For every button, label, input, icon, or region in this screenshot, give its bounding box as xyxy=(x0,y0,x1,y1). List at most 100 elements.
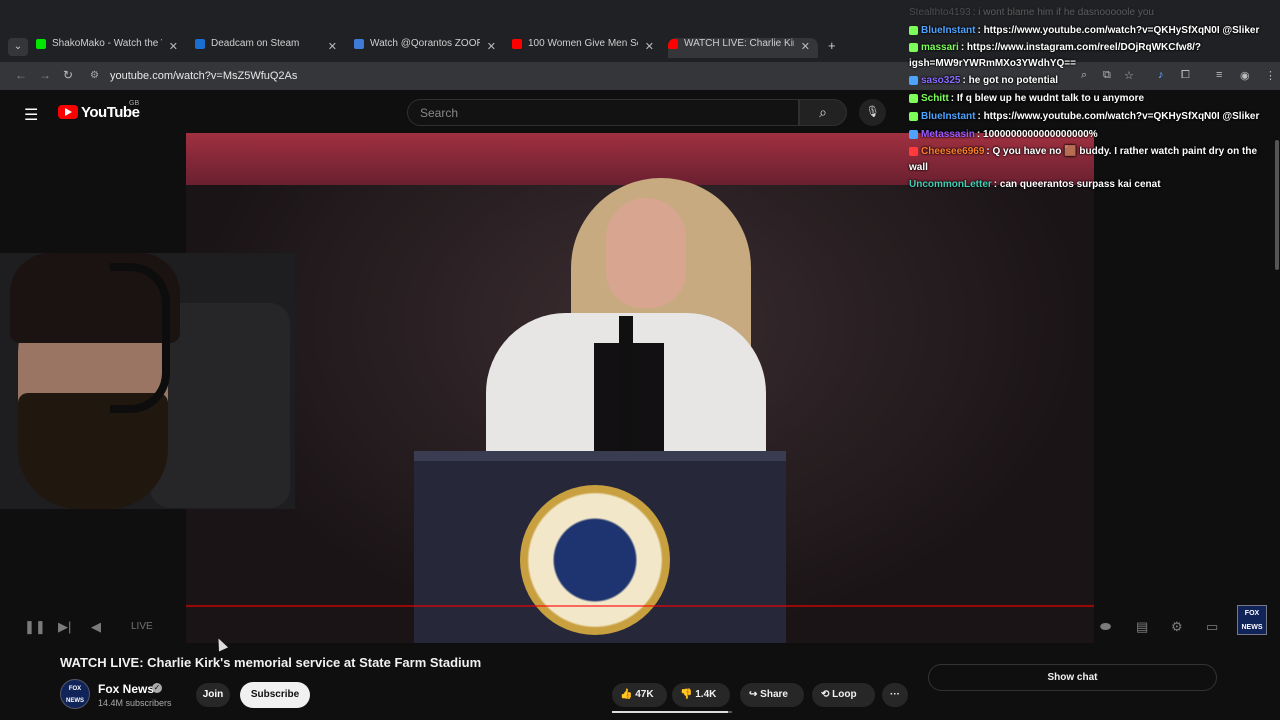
chat-message: UncommonLetter: can queerantos surpass k… xyxy=(909,179,1161,190)
fox-news-watermark: FOX NEWS xyxy=(1237,605,1267,635)
new-tab-button[interactable]: + xyxy=(828,38,836,53)
screen: ⌄ ShakoMako - Watch the VOD o✕ Deadcam o… xyxy=(0,0,1280,720)
tab-deadcam[interactable]: Deadcam on Steam ✕ xyxy=(195,38,345,58)
back-icon[interactable]: ← xyxy=(15,68,27,82)
search-icon: ⌕ xyxy=(819,104,827,120)
site-info-icon[interactable]: ⚙ xyxy=(90,70,99,81)
video-player[interactable] xyxy=(186,133,1094,643)
chat-username: Stealthto4193 xyxy=(909,7,971,18)
chat-text: https://www.youtube.com/watch?v=QKHySfXq… xyxy=(983,25,1260,36)
subscribe-button[interactable]: Subscribe xyxy=(240,682,310,708)
chat-message: Stealthto4193: i wont blame him if he da… xyxy=(909,7,1154,18)
thumbs-up-icon: 👍 xyxy=(620,689,633,700)
loop-icon: ⟲ xyxy=(821,689,830,700)
like-button[interactable]: 👍 47K xyxy=(612,683,667,707)
live-indicator[interactable]: LIVE xyxy=(131,621,153,632)
close-icon[interactable]: ✕ xyxy=(487,40,496,53)
chat-username: UncommonLetter xyxy=(909,179,992,190)
chat-username: Metassasin xyxy=(921,129,975,140)
dislike-button[interactable]: 👎 1.4K xyxy=(672,683,730,707)
like-ratio-fill xyxy=(612,711,729,713)
video-title: WATCH LIVE: Charlie Kirk's memorial serv… xyxy=(60,655,482,670)
speaker-face xyxy=(606,198,686,308)
volume-icon[interactable]: ◀ xyxy=(91,619,101,635)
pause-icon[interactable]: ❚❚ xyxy=(24,619,46,635)
chat-badge-icon xyxy=(909,42,918,52)
share-label: Share xyxy=(760,689,788,700)
close-icon[interactable]: ✕ xyxy=(801,40,810,53)
voice-search-button[interactable]: 🎙 xyxy=(859,99,886,126)
tab-100-women[interactable]: 100 Women Give Men Sex Adv✕ xyxy=(512,38,662,58)
chat-message: BlueInstant: https://www.youtube.com/wat… xyxy=(909,22,1277,40)
chat-badge-icon xyxy=(909,146,918,156)
dislike-count: 1.4K xyxy=(695,689,717,700)
theater-mode-icon[interactable]: ▭ xyxy=(1206,619,1218,635)
chat-badge-icon xyxy=(909,25,918,35)
subscriber-count: 14.4M subscribers xyxy=(98,698,172,708)
chat-text: i wont blame him if he dasnooooole you xyxy=(978,7,1154,18)
kick-icon xyxy=(36,38,46,49)
join-button[interactable]: Join xyxy=(196,683,230,707)
page-scrollbar[interactable] xyxy=(1275,140,1279,270)
chat-text: he got no potential xyxy=(968,75,1059,86)
chat-username: Schitt xyxy=(921,93,949,104)
youtube-icon xyxy=(512,38,522,49)
chat-username: Cheesee6969 xyxy=(921,146,985,157)
share-button[interactable]: ↪ Share xyxy=(740,683,804,707)
loop-label: Loop xyxy=(832,689,857,700)
chat-username: massari xyxy=(921,42,959,53)
chat-message: Metassasin: 1000000000000000000% xyxy=(909,126,1277,144)
chat-message: BlueInstant: https://www.youtube.com/wat… xyxy=(909,108,1277,126)
forward-icon[interactable]: → xyxy=(39,68,51,82)
settings-gear-icon[interactable]: ⚙ xyxy=(1171,619,1183,635)
chat-text: 1000000000000000000% xyxy=(983,129,1098,140)
chat-text: https://www.youtube.com/watch?v=QKHySfXq… xyxy=(983,111,1260,122)
chat-badge-icon xyxy=(909,75,918,85)
show-chat-button[interactable]: Show chat xyxy=(928,664,1217,691)
loop-button[interactable]: ⟲ Loop xyxy=(812,683,875,707)
region-code: GB xyxy=(129,100,140,107)
stream-chat-overlay: Stealthto4193: i wont blame him if he da… xyxy=(909,4,1277,194)
chat-message: Schitt: If q blew up he wudnt talk to u … xyxy=(909,90,1277,108)
site-icon xyxy=(354,38,364,49)
chat-username: BlueInstant xyxy=(921,111,976,122)
like-ratio-bar xyxy=(612,711,732,713)
verified-check-icon: ✓ xyxy=(152,683,162,693)
chat-badge-icon xyxy=(909,111,918,121)
tab-shakomako[interactable]: ShakoMako - Watch the VOD o✕ xyxy=(36,38,186,58)
autoplay-toggle-icon[interactable]: ⬬ xyxy=(1100,619,1111,635)
chat-text: can queerantos surpass kai cenat xyxy=(999,179,1161,190)
next-icon[interactable]: ▶| xyxy=(58,619,71,635)
chat-message: massari: https://www.instagram.com/reel/… xyxy=(909,42,1202,69)
more-actions-button[interactable]: ··· xyxy=(882,683,908,707)
podium-top xyxy=(414,451,786,461)
search-button[interactable]: ⌕ xyxy=(799,99,847,126)
search-input[interactable] xyxy=(407,99,799,126)
close-icon[interactable]: ✕ xyxy=(328,40,337,53)
subtitles-icon[interactable]: ▤ xyxy=(1136,619,1148,635)
close-icon[interactable]: ✕ xyxy=(169,40,178,53)
podium-microphone xyxy=(619,316,633,451)
thumbs-down-icon: 👎 xyxy=(680,689,693,700)
chat-badge-icon xyxy=(909,93,918,103)
tab-watch-live[interactable]: WATCH LIVE: Charlie Kirk's✕ xyxy=(668,38,818,58)
streamer-webcam xyxy=(0,253,295,509)
live-progress-bar[interactable] xyxy=(186,605,1094,607)
hamburger-menu-icon[interactable]: ☰ xyxy=(24,105,38,125)
presidential-seal xyxy=(520,485,670,635)
tab-search-button[interactable]: ⌄ xyxy=(8,38,28,56)
close-icon[interactable]: ✕ xyxy=(645,40,654,53)
youtube-logo-icon[interactable] xyxy=(58,105,78,119)
share-arrow-icon: ↪ xyxy=(749,689,758,700)
channel-name[interactable]: Fox News xyxy=(98,682,154,696)
chat-message: saso325: he got no potential xyxy=(909,72,1277,90)
headphones xyxy=(110,263,170,413)
chat-badge-icon xyxy=(909,129,918,139)
youtube-icon xyxy=(668,38,678,49)
channel-avatar[interactable]: FOX NEWS xyxy=(60,679,90,709)
url-field[interactable]: youtube.com/watch?v=MsZ5WfuQ2As xyxy=(110,70,297,82)
reload-icon[interactable]: ↻ xyxy=(63,68,73,82)
streamer-beard xyxy=(18,393,168,509)
tab-qorantos[interactable]: Watch @Qorantos ZOORANTO✕ xyxy=(354,38,504,58)
microphone-icon: 🎙 xyxy=(865,106,880,118)
